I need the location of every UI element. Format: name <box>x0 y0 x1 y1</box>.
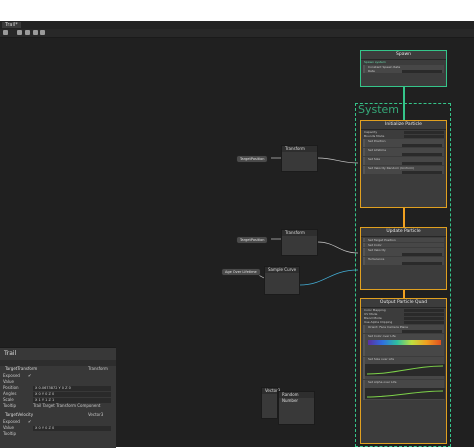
vector3-node[interactable]: Vector3 <box>261 387 280 419</box>
sample-curve-title: Sample Curve <box>265 267 299 273</box>
init-row-1: Bounds Mode <box>361 134 446 138</box>
output-context[interactable]: Output Particle Quad Color Mapping UV Mo… <box>360 298 447 444</box>
spawn-context[interactable]: Spawn Spawn system Constant Spawn Rate R… <box>360 50 447 87</box>
insp-value-exposed[interactable]: ✔ <box>28 373 31 379</box>
age-over-lifetime-pill[interactable]: Age Over Lifetime <box>221 268 261 276</box>
spawn-subtitle: Spawn system <box>364 60 386 64</box>
transform-node-2-title: Transform <box>282 230 317 236</box>
transform-node-1[interactable]: Transform <box>281 145 318 172</box>
edge-sample-update <box>299 269 359 286</box>
insp2-value-field[interactable]: X 0 Y 0 Z 0 <box>33 426 111 431</box>
initialize-context[interactable]: Initialize Particle Capacity Bounds Mode… <box>360 120 447 208</box>
output-row-3: Use Alpha Clipping <box>361 320 446 324</box>
insp2-label-tooltip: Tooltip <box>3 431 16 436</box>
random-number-title: Random Number <box>279 392 314 403</box>
output-title: Output Particle Quad <box>361 299 446 308</box>
update-row-1[interactable]: Set Color <box>365 243 444 247</box>
random-number-node[interactable]: Random Number <box>278 391 315 425</box>
section-title: TargetTransform <box>5 366 38 371</box>
update-context[interactable]: Update Particle Set Target Position Set … <box>360 227 447 290</box>
vector3-title: Vector3 <box>262 388 280 394</box>
output-row-5[interactable]: Set Color over Life <box>365 334 444 338</box>
spawn-row-2[interactable]: Rate <box>365 69 444 73</box>
update-title: Update Particle <box>361 228 446 237</box>
initialize-title: Initialize Particle <box>361 121 446 130</box>
insp-value-tooltip[interactable]: Trail Target Transform Component <box>33 403 100 409</box>
insp2-value-exposed[interactable]: ✔ <box>28 419 31 425</box>
section-target-velocity[interactable]: TargetVelocity <box>5 412 33 418</box>
inspector-title: Trail <box>4 350 17 357</box>
spawn-title: Spawn <box>361 51 446 60</box>
section2-type: Vector3 <box>88 412 104 417</box>
section-target-transform[interactable]: TargetTransform <box>5 366 37 372</box>
insp-angles-field[interactable]: X 0 Y 0 Z 0 <box>33 392 111 397</box>
output-row-6[interactable]: Set Size over Life <box>365 357 444 361</box>
target-position-pill-2[interactable]: TargetPosition <box>236 236 269 244</box>
update-row-0[interactable]: Set Target Position <box>365 238 444 242</box>
color-gradient[interactable] <box>368 340 441 345</box>
edge-transform2-update <box>317 241 359 254</box>
transform-node-1-title: Transform <box>282 146 317 152</box>
size-curve[interactable] <box>365 364 445 376</box>
alpha-curve[interactable] <box>365 388 445 399</box>
output-row-7[interactable]: Set Alpha over Life <box>365 380 444 384</box>
insp-label-tooltip: Tooltip <box>3 403 16 408</box>
edge-transform1-init <box>317 157 359 164</box>
sample-curve-node[interactable]: Sample Curve <box>264 266 300 295</box>
target-position-pill-1[interactable]: TargetPosition <box>236 155 269 163</box>
insp-position-field[interactable]: X 0.0673872 Y 0 Z 0 <box>33 386 111 391</box>
section-type: Transform <box>88 366 108 371</box>
system-label: System <box>358 103 400 116</box>
transform-node-2[interactable]: Transform <box>281 229 318 256</box>
